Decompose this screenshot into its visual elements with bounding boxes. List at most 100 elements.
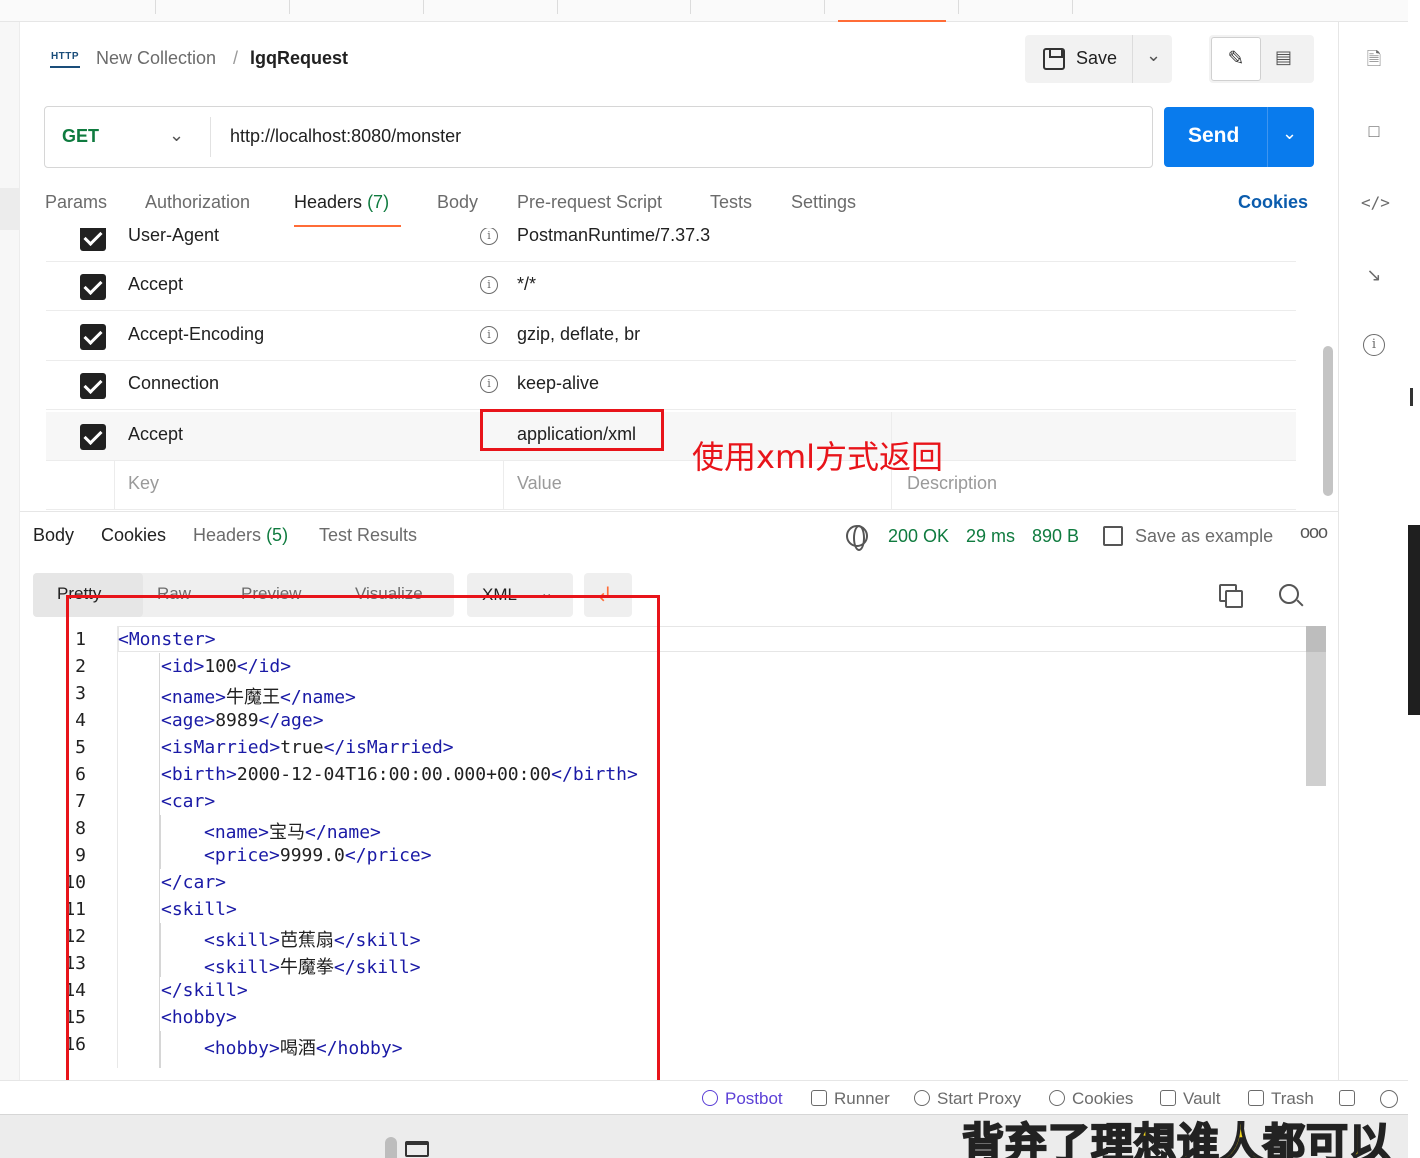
table-row: User-Agent i PostmanRuntime/7.37.3 [46, 228, 1296, 262]
send-options-chevron-icon[interactable]: ⌄ [1282, 123, 1297, 144]
status-bar: Postbot Runner Start Proxy Cookies Vault… [0, 1080, 1408, 1114]
tab-body[interactable]: Body [437, 192, 478, 213]
new-header-value-input[interactable]: Value [517, 473, 562, 494]
documentation-icon[interactable]: 🗎 [1361, 46, 1387, 72]
headers-scrollbar[interactable] [1323, 346, 1333, 496]
response-tab-body[interactable]: Body [33, 525, 74, 546]
header-key[interactable]: User-Agent [128, 228, 219, 246]
header-enabled-checkbox[interactable] [80, 324, 106, 350]
header-key[interactable]: Accept [128, 274, 183, 295]
breadcrumb-collection[interactable]: New Collection [96, 48, 216, 69]
comment-icon[interactable]: ▤ [1275, 47, 1292, 68]
info-icon[interactable]: i [480, 326, 498, 344]
cookies-link[interactable]: Cookies [1238, 192, 1308, 213]
tab-separator [1072, 0, 1073, 14]
column-separator [114, 461, 115, 510]
response-tab-cookies[interactable]: Cookies [101, 525, 166, 546]
save-icon [1043, 48, 1065, 70]
runner-button[interactable]: Runner [834, 1089, 890, 1109]
tab-separator [423, 0, 424, 14]
header-enabled-checkbox[interactable] [80, 373, 106, 399]
tab-params[interactable]: Params [45, 192, 107, 213]
editor-scrollbar-thumb[interactable] [1306, 626, 1326, 652]
active-tab-indicator [838, 20, 946, 22]
runner-icon [811, 1090, 827, 1106]
response-tab-headers[interactable]: Headers (5) [193, 525, 288, 546]
response-tab-headers-label: Headers [193, 525, 262, 545]
response-size[interactable]: 890 B [1032, 526, 1079, 547]
tab-separator [557, 0, 558, 14]
info-icon[interactable]: i [480, 375, 498, 393]
tab-tests[interactable]: Tests [710, 192, 752, 213]
tab-headers-label: Headers [294, 192, 363, 212]
copy-icon[interactable] [1219, 584, 1243, 608]
method-chevron-down-icon[interactable]: ⌄ [169, 125, 184, 146]
save-example-icon [1103, 526, 1123, 546]
url-divider [210, 117, 211, 157]
header-key[interactable]: Accept-Encoding [128, 324, 264, 345]
related-collections-icon[interactable]: ↘ [1361, 262, 1387, 288]
header-key[interactable]: Connection [128, 373, 219, 394]
new-header-key-input[interactable]: Key [128, 473, 159, 494]
send-button-group: Send ⌄ [1164, 107, 1314, 167]
postbot-button[interactable]: Postbot [725, 1089, 783, 1109]
header-value[interactable]: keep-alive [517, 373, 599, 394]
code-snippet-icon[interactable]: </> [1361, 190, 1390, 216]
search-icon[interactable] [1279, 584, 1299, 604]
annotation-highlight-box [66, 595, 660, 1118]
tab-headers-count: (7) [367, 192, 390, 212]
tab-authorization[interactable]: Authorization [145, 192, 250, 213]
header-value[interactable]: */* [517, 274, 536, 295]
send-divider [1267, 107, 1268, 167]
breadcrumb-request-name[interactable]: lgqRequest [250, 48, 348, 69]
url-input[interactable]: http://localhost:8080/monster [230, 126, 461, 147]
http-icon: HTTP [50, 48, 80, 68]
globe-icon[interactable] [846, 525, 868, 551]
header-enabled-checkbox[interactable] [80, 228, 106, 251]
annotation-text: 使用xml方式返回 [692, 438, 944, 476]
response-time[interactable]: 29 ms [966, 526, 1015, 547]
window-edge-mark [1410, 388, 1413, 406]
info-icon[interactable]: i [1363, 334, 1385, 356]
response-tab-headers-count: (5) [266, 525, 289, 545]
header-key[interactable]: Accept [128, 424, 183, 445]
save-button-group: Save ⌄ [1025, 35, 1172, 83]
status-code[interactable]: 200 OK [888, 526, 949, 547]
right-context-bar: 🗎 □ </> ↘ i [1338, 22, 1408, 1082]
header-enabled-checkbox[interactable] [80, 424, 106, 450]
more-options-icon[interactable]: ooo [1300, 522, 1328, 543]
info-icon[interactable]: i [480, 228, 498, 245]
layout-toggle-icon[interactable] [1339, 1090, 1355, 1106]
vault-button[interactable]: Vault [1183, 1089, 1221, 1109]
response-tab-test-results[interactable]: Test Results [319, 525, 417, 546]
send-button[interactable]: Send [1188, 124, 1239, 148]
header-enabled-checkbox[interactable] [80, 274, 106, 300]
trash-button[interactable]: Trash [1271, 1089, 1314, 1109]
watermark-text: 背弃了理想谁人都可以 [961, 1118, 1393, 1158]
window-icon[interactable] [405, 1141, 429, 1157]
pane-divider[interactable] [20, 511, 1338, 512]
start-proxy-button[interactable]: Start Proxy [937, 1089, 1021, 1109]
trash-icon [1248, 1090, 1264, 1106]
tab-headers[interactable]: Headers (7) [294, 192, 389, 213]
tab-pre-request-script[interactable]: Pre-request Script [517, 192, 662, 213]
http-method-select[interactable]: GET [62, 126, 99, 147]
breadcrumb-separator: / [233, 48, 239, 68]
cookies-button[interactable]: Cookies [1072, 1089, 1133, 1109]
table-row: Accept application/xml [46, 412, 1296, 461]
taskbar-indicator [385, 1137, 397, 1158]
annotation-highlight-box [480, 409, 664, 451]
edit-button-group: ✎ ▤ [1209, 35, 1314, 83]
header-value[interactable]: gzip, deflate, br [517, 324, 640, 345]
request-url-bar: GET ⌄ http://localhost:8080/monster [44, 106, 1153, 168]
header-value[interactable]: PostmanRuntime/7.37.3 [517, 228, 710, 246]
save-as-example-button[interactable]: Save as example [1135, 526, 1273, 547]
info-icon[interactable]: i [480, 276, 498, 294]
help-icon[interactable] [1380, 1090, 1398, 1108]
save-button[interactable]: Save [1076, 48, 1117, 69]
column-separator [503, 461, 504, 510]
comments-icon[interactable]: □ [1361, 118, 1387, 144]
tab-settings[interactable]: Settings [791, 192, 856, 213]
edit-pencil-icon[interactable]: ✎ [1211, 37, 1261, 81]
save-options-chevron-icon[interactable]: ⌄ [1146, 45, 1161, 66]
